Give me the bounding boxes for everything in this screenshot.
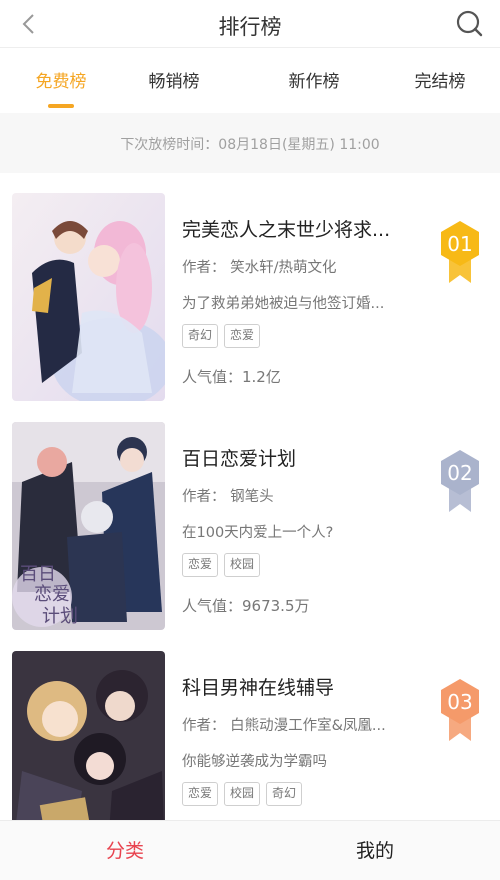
list-item[interactable]: 完美恋人之末世少将求... 作者： 笑水轩/热萌文化 为了救弟弟她被迫与他签订婚… xyxy=(0,173,500,401)
tag-list: 奇幻 恋爱 xyxy=(182,324,261,348)
genre-tag[interactable]: 恋爱 xyxy=(182,553,219,577)
genre-tag[interactable]: 校园 xyxy=(224,782,261,806)
tab-completed[interactable]: 完结榜 xyxy=(390,67,490,92)
tab-new[interactable]: 新作榜 xyxy=(264,67,364,92)
cover-title-line: 计划 xyxy=(42,606,78,627)
book-author: 作者： 钢笔头 xyxy=(182,489,274,505)
genre-tag[interactable]: 恋爱 xyxy=(182,782,219,806)
genre-tag[interactable]: 恋爱 xyxy=(224,324,261,348)
next-ranking-notice: 下次放榜时间：08月18日(星期五) 11:00 xyxy=(0,113,500,173)
nav-mine[interactable]: 我的 xyxy=(250,821,500,880)
book-title[interactable]: 科目男神在线辅导 xyxy=(182,673,414,700)
next-ranking-time: 下次放榜时间：08月18日(星期五) 11:00 xyxy=(120,137,380,153)
page-title: 排行榜 xyxy=(218,15,282,39)
list-item[interactable]: 科目男神在线辅导 作者： 白熊动漫工作室&凤凰... 你能够逆袭成为学霸吗 恋爱… xyxy=(0,631,500,820)
rank-number: 01 xyxy=(447,232,472,256)
book-title[interactable]: 完美恋人之末世少将求... xyxy=(182,215,414,242)
genre-tag[interactable]: 奇幻 xyxy=(266,782,303,806)
active-tab-indicator xyxy=(48,104,74,108)
book-title[interactable]: 百日恋爱计划 xyxy=(182,444,414,471)
book-description: 你能够逆袭成为学霸吗 xyxy=(182,754,327,770)
list-item[interactable]: 百日 恋爱 计划 百日恋爱计划 作者： 钢笔头 在100天内爱上一个人? 恋爱 … xyxy=(0,402,500,630)
nav-category[interactable]: 分类 xyxy=(0,821,250,880)
tab-bestseller[interactable]: 畅销榜 xyxy=(124,67,224,92)
tag-list: 恋爱 校园 xyxy=(182,553,261,577)
tab-free[interactable]: 免费榜 xyxy=(11,67,111,92)
genre-tag[interactable]: 校园 xyxy=(224,553,261,577)
tag-list: 恋爱 校园 奇幻 xyxy=(182,782,303,806)
rank-badge-bronze-icon: 03 xyxy=(441,679,479,741)
book-cover[interactable]: 百日 恋爱 计划 xyxy=(12,422,165,630)
ranking-list: 完美恋人之末世少将求... 作者： 笑水轩/热萌文化 为了救弟弟她被迫与他签订婚… xyxy=(0,173,500,820)
rank-number: 02 xyxy=(447,461,472,485)
book-author: 作者： 白熊动漫工作室&凤凰... xyxy=(182,718,386,734)
cover-title-line: 恋爱 xyxy=(34,583,70,605)
rank-badge-silver-icon: 02 xyxy=(441,450,479,512)
ranking-tabs: 免费榜 畅销榜 新作榜 完结榜 xyxy=(0,49,500,113)
top-bar: 排行榜 xyxy=(0,0,500,48)
book-description: 为了救弟弟她被迫与他签订婚... xyxy=(182,296,385,312)
rank-number: 03 xyxy=(447,690,472,714)
book-author: 作者： 笑水轩/热萌文化 xyxy=(182,260,337,276)
book-description: 在100天内爱上一个人? xyxy=(182,525,334,541)
cover-title-line: 百日 xyxy=(20,564,56,585)
search-icon[interactable] xyxy=(454,8,486,40)
popularity-value: 人气值：9673.5万 xyxy=(182,597,310,615)
bottom-nav: 分类 我的 xyxy=(0,820,500,880)
popularity-value: 人气值：1.2亿 xyxy=(182,368,281,386)
genre-tag[interactable]: 奇幻 xyxy=(182,324,219,348)
book-cover[interactable] xyxy=(12,193,165,401)
rank-badge-gold-icon: 01 xyxy=(441,221,479,283)
book-cover[interactable] xyxy=(12,651,165,820)
